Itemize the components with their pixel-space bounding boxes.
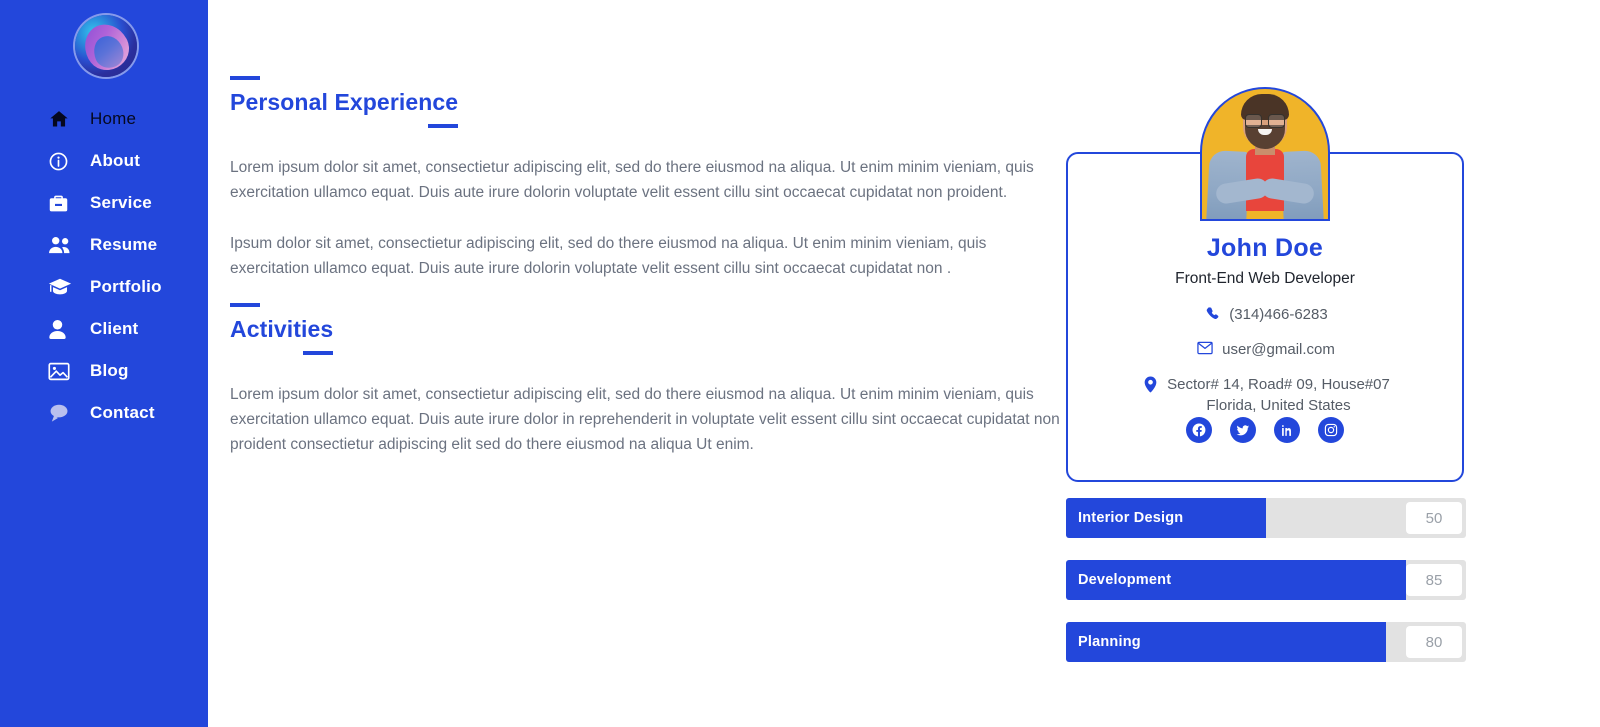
location-pin-icon xyxy=(1140,374,1160,393)
sidebar-item-service[interactable]: Service xyxy=(0,182,208,224)
paragraph: Lorem ipsum dolor sit amet, consectietur… xyxy=(230,158,1034,201)
profile-role: Front-End Web Developer xyxy=(1175,270,1355,287)
skill-value: 80 xyxy=(1406,626,1462,658)
skill-row: Development 85 xyxy=(1066,560,1466,600)
avatar xyxy=(1200,87,1330,221)
users-icon xyxy=(48,233,74,257)
skill-label: Planning xyxy=(1078,634,1141,650)
sidebar-item-portfolio[interactable]: Portfolio xyxy=(0,266,208,308)
address-line-1: Sector# 14, Road# 09, House#07 xyxy=(1167,376,1390,393)
envelope-icon xyxy=(1195,339,1215,355)
sidebar-item-label: Portfolio xyxy=(90,277,162,296)
paragraph: Ipsum dolor sit amet, consectietur adipi… xyxy=(230,234,987,277)
section-heading: Personal Experience xyxy=(230,76,459,128)
sidebar-item-blog[interactable]: Blog xyxy=(0,350,208,392)
skill-progress-fill: Planning xyxy=(1066,622,1386,662)
contact-email[interactable]: user@gmail.com xyxy=(1068,339,1462,360)
heading-dash-top-icon xyxy=(230,302,260,307)
sidebar-item-label: Home xyxy=(90,109,137,128)
info-icon xyxy=(48,149,74,173)
graduation-cap-icon xyxy=(48,275,74,299)
sidebar-nav: Home About Service Resume Portfolio Clie… xyxy=(0,98,208,434)
skill-row: Interior Design 50 xyxy=(1066,498,1466,538)
person-icon xyxy=(48,317,74,341)
skill-progress-fill: Development xyxy=(1066,560,1406,600)
sidebar-item-contact[interactable]: Contact xyxy=(0,392,208,434)
sidebar-item-label: Blog xyxy=(90,361,129,380)
skill-label: Interior Design xyxy=(1078,510,1184,526)
contact-address-text: Sector# 14, Road# 09, House#07 Florida, … xyxy=(1167,374,1390,416)
contact-phone-text: (314)466-6283 xyxy=(1229,306,1328,323)
section-activities: Activities Lorem ipsum dolor sit amet, c… xyxy=(230,302,1060,457)
heading-dash-top-icon xyxy=(230,76,260,80)
contact-email-text: user@gmail.com xyxy=(1222,341,1335,358)
app-root: Home About Service Resume Portfolio Clie… xyxy=(0,0,1600,727)
sidebar-item-label: Client xyxy=(90,319,139,338)
social-links xyxy=(1068,417,1462,443)
home-icon xyxy=(48,107,74,131)
skill-value: 85 xyxy=(1406,564,1462,596)
linkedin-icon[interactable] xyxy=(1274,417,1300,443)
content-column: Personal Experience Lorem ipsum dolor si… xyxy=(230,76,1060,457)
sidebar-item-label: Service xyxy=(90,193,152,212)
facebook-icon[interactable] xyxy=(1186,417,1212,443)
image-icon xyxy=(48,359,74,383)
phone-icon xyxy=(1202,304,1222,321)
page-title: Activities xyxy=(230,315,334,342)
heading-dash-bottom-icon xyxy=(303,350,334,355)
profile-card: John Doe Front-End Web Developer (314)46… xyxy=(1066,87,1464,482)
chat-bubble-icon xyxy=(48,401,74,425)
skill-row: Planning 80 xyxy=(1066,622,1466,662)
instagram-icon[interactable] xyxy=(1318,417,1344,443)
sidebar-item-home[interactable]: Home xyxy=(0,98,208,140)
heading-dash-bottom-icon xyxy=(428,123,459,128)
contact-list: (314)466-6283 user@gmail.com Sector# 14,… xyxy=(1068,304,1462,430)
right-rail: John Doe Front-End Web Developer (314)46… xyxy=(1066,0,1466,727)
sidebar-item-label: About xyxy=(90,151,141,170)
skill-label: Development xyxy=(1078,572,1172,588)
sidebar-item-resume[interactable]: Resume xyxy=(0,224,208,266)
skill-bars: Interior Design 50 Development 85 Planni… xyxy=(1066,498,1466,684)
briefcase-icon xyxy=(48,191,74,215)
profile-name: John Doe xyxy=(1206,234,1324,262)
sidebar-item-label: Contact xyxy=(90,403,155,422)
skill-value: 50 xyxy=(1406,502,1462,534)
section-heading: Activities xyxy=(230,302,334,355)
contact-phone[interactable]: (314)466-6283 xyxy=(1068,304,1462,325)
app-logo-swirl-icon xyxy=(75,15,137,77)
sidebar-item-about[interactable]: About xyxy=(0,140,208,182)
paragraph: Lorem ipsum dolor sit amet, consectietur… xyxy=(230,385,1060,453)
logo-container[interactable] xyxy=(0,0,208,92)
sidebar-item-client[interactable]: Client xyxy=(0,308,208,350)
avatar-illustration xyxy=(1202,89,1328,219)
twitter-icon[interactable] xyxy=(1230,417,1256,443)
sidebar-item-label: Resume xyxy=(90,235,158,254)
contact-address[interactable]: Sector# 14, Road# 09, House#07 Florida, … xyxy=(1068,374,1462,416)
sidebar: Home About Service Resume Portfolio Clie… xyxy=(0,0,244,727)
section-personal-experience: Personal Experience Lorem ipsum dolor si… xyxy=(230,76,1060,281)
address-line-2: Florida, United States xyxy=(1206,397,1351,414)
main-content: Personal Experience Lorem ipsum dolor si… xyxy=(208,0,1600,727)
skill-progress-fill: Interior Design xyxy=(1066,498,1266,538)
page-title: Personal Experience xyxy=(230,89,459,115)
